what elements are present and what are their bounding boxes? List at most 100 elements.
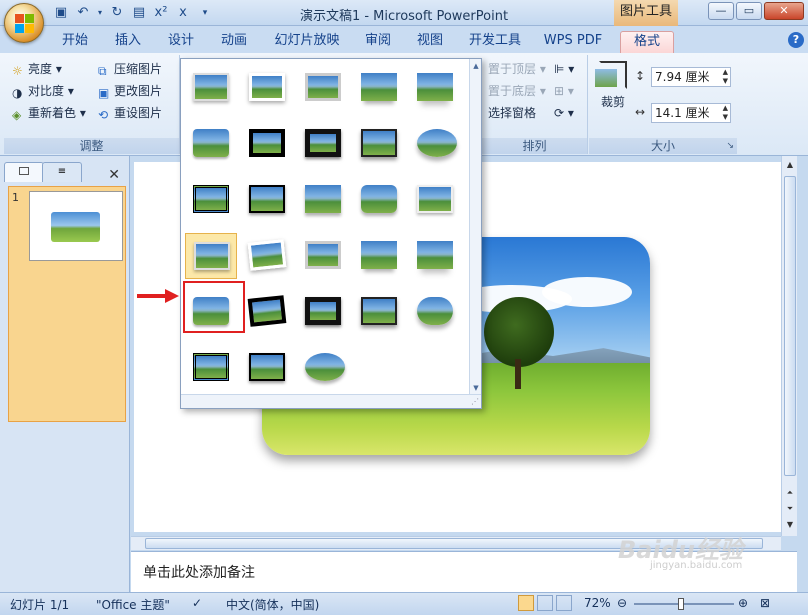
width-input[interactable]: 14.1 厘米 ▲ ▼ [651,103,731,123]
height-input[interactable]: 7.94 厘米 ▲ ▼ [651,67,731,87]
ribbon-tabs: 开始 插入 设计 动画 幻灯片放映 审阅 视图 开发工具 WPS PDF 格式 … [0,26,808,53]
compress-icon: ⧉ [98,64,107,78]
style-preview-picture [249,353,285,381]
picture-style-option[interactable] [353,289,405,335]
slide-thumbnail[interactable]: 1 [8,186,126,422]
tab-slides[interactable] [4,162,44,182]
reset-picture-button[interactable]: ⟲ 重设图片 [98,103,162,123]
slide-mini-preview [29,191,123,261]
tab-review[interactable]: 审阅 [358,31,398,53]
picture-style-option[interactable] [353,233,405,279]
tab-wps-pdf[interactable]: WPS PDF [540,31,606,53]
normal-view-icon[interactable] [518,595,534,611]
picture-style-option[interactable] [185,345,237,391]
picture-style-option[interactable] [185,233,237,279]
bring-to-front-button[interactable]: 置于顶层 ▾ [488,59,546,79]
tab-insert[interactable]: 插入 [108,31,148,53]
tab-slideshow[interactable]: 幻灯片放映 [268,31,346,53]
picture-tools-context-label: 图片工具 [614,0,678,26]
contrast-button[interactable]: ◑ 对比度 ▾ [12,81,74,101]
office-button[interactable] [4,3,44,43]
picture-style-option[interactable] [353,121,405,167]
picture-style-option[interactable] [297,65,349,111]
close-button[interactable]: ✕ [764,2,804,20]
restore-button[interactable]: ▭ [736,2,762,20]
spellcheck-icon[interactable]: ✓ [192,596,202,610]
style-preview-picture [249,185,285,213]
picture-style-option[interactable] [353,177,405,223]
picture-style-option[interactable] [241,289,293,335]
help-icon[interactable]: ? [788,32,804,48]
group-objects-icon[interactable]: ⊞ ▾ [554,81,574,101]
picture-style-option[interactable] [241,65,293,111]
picture-style-option[interactable] [409,121,461,167]
send-to-back-button[interactable]: 置于底层 ▾ [488,81,546,101]
rotate-icon[interactable]: ⟳ ▾ [554,103,574,123]
dialog-launcher-icon[interactable]: ↘ [726,138,734,154]
tab-view[interactable]: 视图 [410,31,450,53]
picture-style-option[interactable] [409,233,461,279]
picture-style-option[interactable] [297,121,349,167]
picture-style-option[interactable] [185,121,237,167]
selection-pane-button[interactable]: 选择窗格 [488,103,536,123]
change-picture-button[interactable]: ▣ 更改图片 [98,81,162,101]
minimize-button[interactable]: — [708,2,734,20]
theme-name[interactable]: "Office 主题" [96,596,170,613]
style-preview-picture [417,185,453,213]
zoom-in-icon[interactable]: ⊕ [738,596,748,610]
gallery-scrollbar[interactable]: ▲ ▼ [469,59,481,395]
zoom-slider[interactable] [634,598,734,610]
tab-outline[interactable]: ≡ [42,162,82,182]
gallery-scroll-up-icon[interactable]: ▲ [471,61,481,71]
group-adjust-label: 调整 [4,138,179,154]
picture-style-option[interactable] [241,121,293,167]
scroll-up-icon[interactable]: ▲ [783,158,797,172]
picture-style-option[interactable] [297,289,349,335]
picture-style-option[interactable] [409,289,461,335]
picture-style-option[interactable] [297,177,349,223]
align-icon[interactable]: ⊫ ▾ [554,59,574,79]
picture-style-option[interactable] [409,177,461,223]
tab-home[interactable]: 开始 [55,31,95,53]
compress-button[interactable]: ⧉ 压缩图片 [98,59,162,79]
reset-picture-icon: ⟲ [98,108,109,122]
close-pane-icon[interactable]: ✕ [108,167,120,183]
zoom-out-icon[interactable]: ⊖ [617,596,627,610]
prev-slide-icon[interactable]: ⏶ [783,486,797,500]
scroll-down-icon[interactable]: ▼ [783,518,797,532]
picture-style-option[interactable] [185,65,237,111]
picture-style-option[interactable] [241,233,293,279]
width-spin-arrows[interactable]: ▲ ▼ [723,104,728,122]
zoom-level[interactable]: 72% [584,596,611,610]
recolor-button[interactable]: ◈ 重新着色 ▾ [12,103,86,123]
picture-style-option[interactable] [353,65,405,111]
picture-style-option[interactable] [241,177,293,223]
zoom-slider-thumb[interactable] [678,598,684,610]
style-preview-picture [193,185,229,213]
next-slide-icon[interactable]: ⏷ [783,502,797,516]
tab-animation[interactable]: 动画 [214,31,254,53]
vertical-scroll-thumb[interactable] [784,176,796,476]
tab-developer[interactable]: 开发工具 [463,31,527,53]
picture-style-option[interactable] [185,177,237,223]
height-spin-arrows[interactable]: ▲ ▼ [723,68,728,86]
status-bar: 幻灯片 1/1 "Office 主题" ✓ 中文(简体，中国) 72% ⊖ ⊕ … [0,592,808,615]
brightness-button[interactable]: ☼ 亮度 ▾ [12,59,62,79]
picture-style-option[interactable] [297,233,349,279]
picture-style-option[interactable] [409,65,461,111]
gallery-resize-grip[interactable]: ⋰ [181,394,481,408]
picture-style-option[interactable] [241,345,293,391]
crop-button[interactable]: 裁剪 [595,59,631,119]
slideshow-view-icon[interactable] [556,595,572,611]
fit-to-window-icon[interactable]: ⊠ [760,596,770,610]
change-picture-label: 更改图片 [114,84,163,98]
group-arrange-label: 排列 [482,138,587,154]
window-controls: — ▭ ✕ [708,2,804,20]
language-indicator[interactable]: 中文(简体，中国) [226,596,319,613]
tab-design[interactable]: 设计 [161,31,201,53]
picture-style-option[interactable] [297,345,349,391]
gallery-scroll-down-icon[interactable]: ▼ [471,383,481,393]
sorter-view-icon[interactable] [537,595,553,611]
tab-format[interactable]: 格式 [620,31,674,53]
vertical-scrollbar[interactable]: ▲ ⏶ ⏷ ▼ [781,156,797,536]
